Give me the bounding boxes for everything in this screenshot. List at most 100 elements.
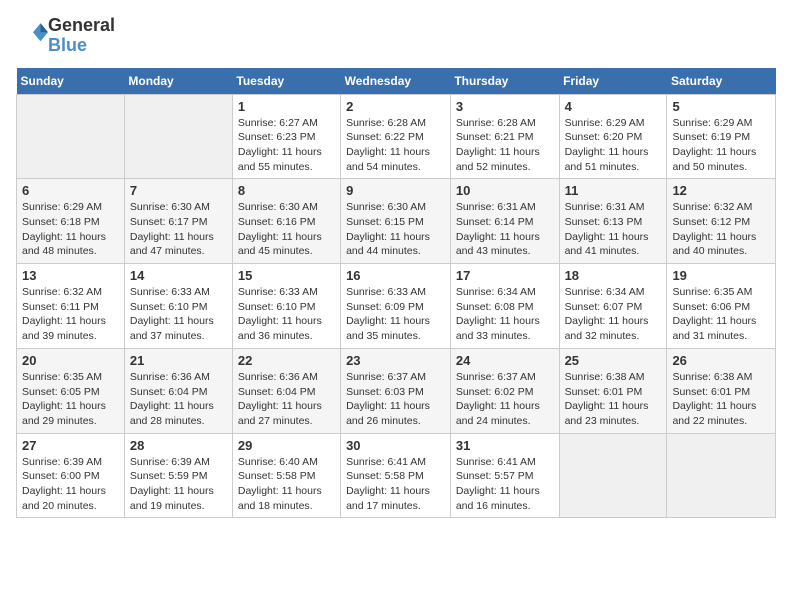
day-info: Sunrise: 6:34 AMSunset: 6:08 PMDaylight:… xyxy=(456,285,554,344)
day-number: 13 xyxy=(22,268,119,283)
day-info: Sunrise: 6:28 AMSunset: 6:22 PMDaylight:… xyxy=(346,116,445,175)
calendar-cell: 28 Sunrise: 6:39 AMSunset: 5:59 PMDayligh… xyxy=(124,433,232,518)
day-number: 24 xyxy=(456,353,554,368)
calendar-cell: 12 Sunrise: 6:32 AMSunset: 6:12 PMDayligh… xyxy=(667,179,776,264)
day-info: Sunrise: 6:29 AMSunset: 6:18 PMDaylight:… xyxy=(22,200,119,259)
calendar-cell: 17 Sunrise: 6:34 AMSunset: 6:08 PMDayligh… xyxy=(450,264,559,349)
day-number: 16 xyxy=(346,268,445,283)
day-info: Sunrise: 6:31 AMSunset: 6:13 PMDaylight:… xyxy=(565,200,662,259)
day-number: 21 xyxy=(130,353,227,368)
calendar-cell: 16 Sunrise: 6:33 AMSunset: 6:09 PMDayligh… xyxy=(341,264,451,349)
day-info: Sunrise: 6:32 AMSunset: 6:12 PMDaylight:… xyxy=(672,200,770,259)
calendar-table: SundayMondayTuesdayWednesdayThursdayFrid… xyxy=(16,68,776,519)
day-number: 6 xyxy=(22,183,119,198)
day-number: 17 xyxy=(456,268,554,283)
day-info: Sunrise: 6:41 AMSunset: 5:57 PMDaylight:… xyxy=(456,455,554,514)
week-row-3: 13 Sunrise: 6:32 AMSunset: 6:11 PMDayligh… xyxy=(17,264,776,349)
calendar-cell: 13 Sunrise: 6:32 AMSunset: 6:11 PMDayligh… xyxy=(17,264,125,349)
page-header: General Blue xyxy=(16,16,776,56)
day-number: 1 xyxy=(238,99,335,114)
week-row-4: 20 Sunrise: 6:35 AMSunset: 6:05 PMDayligh… xyxy=(17,348,776,433)
calendar-cell: 10Sunrise: 6:31 AMSunset: 6:14 PMDayligh… xyxy=(450,179,559,264)
calendar-cell: 8Sunrise: 6:30 AMSunset: 6:16 PMDaylight… xyxy=(232,179,340,264)
day-number: 11 xyxy=(565,183,662,198)
calendar-cell: 4Sunrise: 6:29 AMSunset: 6:20 PMDaylight… xyxy=(559,94,667,179)
calendar-cell: 20 Sunrise: 6:35 AMSunset: 6:05 PMDayligh… xyxy=(17,348,125,433)
day-number: 29 xyxy=(238,438,335,453)
day-number: 15 xyxy=(238,268,335,283)
calendar-cell xyxy=(124,94,232,179)
col-header-sunday: Sunday xyxy=(17,68,125,95)
calendar-cell: 5 Sunrise: 6:29 AMSunset: 6:19 PMDaylight… xyxy=(667,94,776,179)
day-info: Sunrise: 6:31 AMSunset: 6:14 PMDaylight:… xyxy=(456,200,554,259)
calendar-cell xyxy=(559,433,667,518)
col-header-saturday: Saturday xyxy=(667,68,776,95)
calendar-cell xyxy=(667,433,776,518)
day-number: 14 xyxy=(130,268,227,283)
calendar-cell: 11 Sunrise: 6:31 AMSunset: 6:13 PMDayligh… xyxy=(559,179,667,264)
calendar-cell: 25 Sunrise: 6:38 AMSunset: 6:01 PMDayligh… xyxy=(559,348,667,433)
day-info: Sunrise: 6:28 AMSunset: 6:21 PMDaylight:… xyxy=(456,116,554,175)
col-header-thursday: Thursday xyxy=(450,68,559,95)
day-number: 12 xyxy=(672,183,770,198)
day-number: 22 xyxy=(238,353,335,368)
calendar-cell: 21 Sunrise: 6:36 AMSunset: 6:04 PMDayligh… xyxy=(124,348,232,433)
header-row: SundayMondayTuesdayWednesdayThursdayFrid… xyxy=(17,68,776,95)
col-header-wednesday: Wednesday xyxy=(341,68,451,95)
day-number: 27 xyxy=(22,438,119,453)
day-info: Sunrise: 6:27 AMSunset: 6:23 PMDaylight:… xyxy=(238,116,335,175)
day-info: Sunrise: 6:40 AMSunset: 5:58 PMDaylight:… xyxy=(238,455,335,514)
calendar-cell: 9Sunrise: 6:30 AMSunset: 6:15 PMDaylight… xyxy=(341,179,451,264)
calendar-cell: 29 Sunrise: 6:40 AMSunset: 5:58 PMDayligh… xyxy=(232,433,340,518)
day-number: 20 xyxy=(22,353,119,368)
day-number: 7 xyxy=(130,183,227,198)
day-info: Sunrise: 6:36 AMSunset: 6:04 PMDaylight:… xyxy=(130,370,227,429)
calendar-cell: 19Sunrise: 6:35 AMSunset: 6:06 PMDayligh… xyxy=(667,264,776,349)
day-info: Sunrise: 6:38 AMSunset: 6:01 PMDaylight:… xyxy=(565,370,662,429)
day-number: 8 xyxy=(238,183,335,198)
day-number: 2 xyxy=(346,99,445,114)
calendar-cell: 31 Sunrise: 6:41 AMSunset: 5:57 PMDayligh… xyxy=(450,433,559,518)
day-number: 30 xyxy=(346,438,445,453)
day-info: Sunrise: 6:41 AMSunset: 5:58 PMDaylight:… xyxy=(346,455,445,514)
day-number: 18 xyxy=(565,268,662,283)
col-header-friday: Friday xyxy=(559,68,667,95)
calendar-cell: 23Sunrise: 6:37 AMSunset: 6:03 PMDayligh… xyxy=(341,348,451,433)
calendar-cell: 30 Sunrise: 6:41 AMSunset: 5:58 PMDayligh… xyxy=(341,433,451,518)
calendar-cell: 15 Sunrise: 6:33 AMSunset: 6:10 PMDayligh… xyxy=(232,264,340,349)
day-number: 5 xyxy=(672,99,770,114)
calendar-cell: 2 Sunrise: 6:28 AMSunset: 6:22 PMDaylight… xyxy=(341,94,451,179)
day-info: Sunrise: 6:37 AMSunset: 6:02 PMDaylight:… xyxy=(456,370,554,429)
day-number: 9 xyxy=(346,183,445,198)
calendar-cell: 22Sunrise: 6:36 AMSunset: 6:04 PMDayligh… xyxy=(232,348,340,433)
calendar-cell: 14 Sunrise: 6:33 AMSunset: 6:10 PMDayligh… xyxy=(124,264,232,349)
day-info: Sunrise: 6:33 AMSunset: 6:10 PMDaylight:… xyxy=(130,285,227,344)
day-info: Sunrise: 6:30 AMSunset: 6:17 PMDaylight:… xyxy=(130,200,227,259)
col-header-monday: Monday xyxy=(124,68,232,95)
day-number: 26 xyxy=(672,353,770,368)
day-info: Sunrise: 6:33 AMSunset: 6:10 PMDaylight:… xyxy=(238,285,335,344)
week-row-2: 6 Sunrise: 6:29 AMSunset: 6:18 PMDaylight… xyxy=(17,179,776,264)
logo-icon xyxy=(18,18,48,48)
day-number: 25 xyxy=(565,353,662,368)
day-info: Sunrise: 6:33 AMSunset: 6:09 PMDaylight:… xyxy=(346,285,445,344)
day-number: 28 xyxy=(130,438,227,453)
day-info: Sunrise: 6:39 AMSunset: 5:59 PMDaylight:… xyxy=(130,455,227,514)
day-info: Sunrise: 6:37 AMSunset: 6:03 PMDaylight:… xyxy=(346,370,445,429)
col-header-tuesday: Tuesday xyxy=(232,68,340,95)
calendar-cell: 27Sunrise: 6:39 AMSunset: 6:00 PMDayligh… xyxy=(17,433,125,518)
day-info: Sunrise: 6:29 AMSunset: 6:19 PMDaylight:… xyxy=(672,116,770,175)
day-number: 19 xyxy=(672,268,770,283)
calendar-cell: 7 Sunrise: 6:30 AMSunset: 6:17 PMDaylight… xyxy=(124,179,232,264)
calendar-cell: 1 Sunrise: 6:27 AMSunset: 6:23 PMDaylight… xyxy=(232,94,340,179)
day-info: Sunrise: 6:32 AMSunset: 6:11 PMDaylight:… xyxy=(22,285,119,344)
day-number: 31 xyxy=(456,438,554,453)
calendar-cell: 6 Sunrise: 6:29 AMSunset: 6:18 PMDaylight… xyxy=(17,179,125,264)
calendar-cell: 18 Sunrise: 6:34 AMSunset: 6:07 PMDayligh… xyxy=(559,264,667,349)
day-number: 4 xyxy=(565,99,662,114)
calendar-cell xyxy=(17,94,125,179)
day-info: Sunrise: 6:35 AMSunset: 6:05 PMDaylight:… xyxy=(22,370,119,429)
logo: General Blue xyxy=(16,16,115,56)
calendar-cell: 3Sunrise: 6:28 AMSunset: 6:21 PMDaylight… xyxy=(450,94,559,179)
day-info: Sunrise: 6:34 AMSunset: 6:07 PMDaylight:… xyxy=(565,285,662,344)
